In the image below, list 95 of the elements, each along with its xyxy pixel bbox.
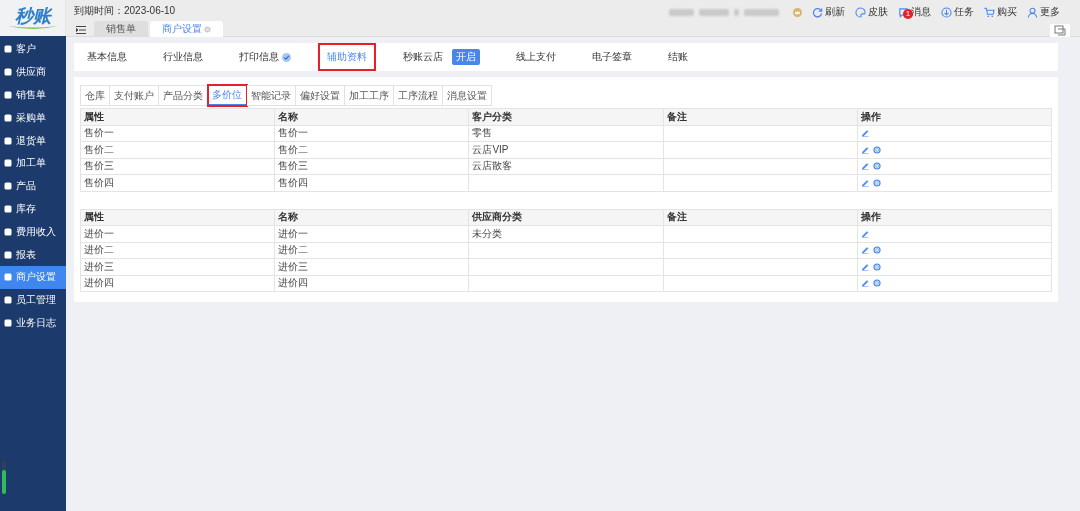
table-cell: 售价三 [274,158,469,175]
table-cell: 售价一 [274,125,469,142]
sidebar-item[interactable]: 加工单 [0,152,66,175]
check-icon [282,52,291,62]
table-cell: 售价四 [80,174,275,191]
sidebar-item[interactable]: 客户 [0,38,66,61]
user-icon [1027,6,1038,18]
edit-icon[interactable] [860,162,869,171]
crown-icon [793,7,802,17]
sub-tab[interactable]: 消息设置 [443,85,492,106]
column-header: 名称 [274,108,469,125]
table-cell: 售价二 [274,141,469,158]
status-badge: 开启 [452,49,480,65]
sidebar-item[interactable]: 商户设置 [0,265,66,289]
edit-icon[interactable] [860,178,869,187]
sidebar-item[interactable]: 报表 [0,243,66,266]
delete-icon[interactable] [872,279,881,288]
settings-tab[interactable]: 秒账云店 开启 [394,42,489,72]
level-gauge [2,460,6,495]
refresh-icon [812,6,823,18]
delete-icon[interactable] [872,246,881,255]
settings-tab[interactable]: 电子签章 [583,43,641,71]
delete-icon[interactable] [872,162,881,171]
column-header: 属性 [80,209,275,226]
edit-icon[interactable] [860,129,869,138]
table-cell: 零售 [468,125,664,142]
window-icon[interactable] [1050,24,1070,37]
sidebar-item[interactable]: 费用收入 [0,220,66,244]
column-header: 备注 [663,209,858,226]
table-cell: 进价一 [274,225,469,242]
page-tab[interactable]: 销售单 [94,21,148,37]
notification-badge: 1 [903,9,913,19]
table-cell: 售价二 [80,141,275,158]
delete-icon[interactable] [872,178,881,187]
settings-tab[interactable]: 基本信息 [78,43,136,71]
table-cell: 云店VIP [468,141,664,158]
table-cell: 进价四 [80,275,275,292]
sub-tab[interactable]: 仓库 [80,85,110,106]
sub-tab[interactable]: 偏好设置 [296,85,345,106]
download-icon [941,6,952,18]
sub-tab[interactable]: 支付账户 [110,85,159,106]
table-cell: 未分类 [468,225,664,242]
sidebar-item[interactable]: 库存 [0,197,66,221]
sidebar-item[interactable]: 员工管理 [0,288,66,312]
toolbar-button[interactable]: 皮肤 [855,5,888,19]
edit-icon[interactable] [860,246,869,255]
settings-tab[interactable]: 打印信息 [230,43,300,71]
column-header: 属性 [80,108,275,125]
sub-tab[interactable]: 工序流程 [394,85,443,106]
table-cell: 进价三 [274,258,469,275]
table-cell: 进价四 [274,275,469,292]
edit-icon[interactable] [860,262,869,271]
table-cell: 进价三 [80,258,275,275]
sidebar-item[interactable]: 供应商 [0,60,66,84]
toolbar-button[interactable]: 任务 [941,5,974,19]
table-cell: 进价二 [274,242,469,259]
settings-tab[interactable]: 结账 [659,43,697,71]
delete-icon[interactable] [872,145,881,154]
sub-tab[interactable]: 加工工序 [345,85,394,106]
table-cell: 进价二 [80,242,275,259]
sidebar-item[interactable]: 产品 [0,174,66,198]
sub-tab[interactable]: 多价位 [208,85,247,106]
delete-icon[interactable] [872,262,881,271]
table-cell: 售价三 [80,158,275,175]
edit-icon[interactable] [860,229,869,238]
table-cell: 云店散客 [468,158,664,175]
expiry-date: 到期时间：2023-06-10 [74,4,177,18]
sidebar-item[interactable]: 采购单 [0,106,66,130]
edit-icon[interactable] [860,145,869,154]
settings-tab[interactable]: 辅助资料 [318,43,376,71]
logo-text: 秒账 [14,5,51,26]
cart-icon [984,6,995,18]
table-cell: 进价一 [80,225,275,242]
column-header: 客户分类 [468,108,664,125]
page-tab[interactable]: 商户设置 [150,21,223,37]
palette-icon [855,6,866,18]
sidebar-item[interactable]: 退货单 [0,129,66,152]
table-cell: 售价四 [274,174,469,191]
edit-icon[interactable] [860,279,869,288]
sidebar-item[interactable]: 销售单 [0,83,66,107]
column-header: 操作 [857,108,1052,125]
column-header: 供应商分类 [468,209,664,226]
settings-tab[interactable]: 线上支付 [507,43,565,71]
column-header: 操作 [857,209,1052,226]
toolbar-button[interactable]: 购买 [984,5,1017,19]
sub-tab[interactable]: 智能记录 [247,85,296,106]
sidebar-item[interactable]: 业务日志 [0,311,66,335]
column-header: 名称 [274,209,469,226]
toolbar-button[interactable]: 更多 [1027,5,1060,19]
sub-tab[interactable]: 产品分类 [159,85,208,106]
column-header: 备注 [663,108,858,125]
table-cell: 售价一 [80,125,275,142]
settings-tab[interactable]: 行业信息 [154,43,212,71]
toolbar-button[interactable]: 刷新 [812,5,845,19]
chat-icon [898,6,909,18]
